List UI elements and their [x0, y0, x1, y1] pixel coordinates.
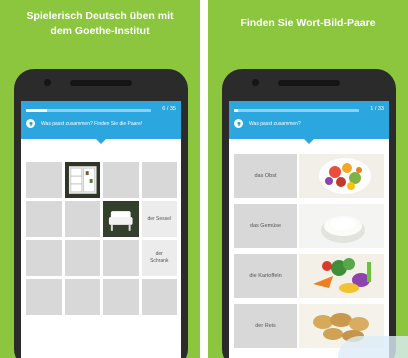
progress-fill	[26, 109, 48, 112]
word-card[interactable]: das Obst	[234, 154, 297, 198]
appbar-notch	[96, 139, 106, 144]
pair-row: das Obst	[234, 154, 384, 198]
progress-bar	[26, 109, 151, 112]
word-tile[interactable]: der Schrank	[141, 240, 177, 276]
rice-bowl-icon[interactable]	[299, 204, 384, 248]
progress-counter: 6 / 35	[162, 106, 176, 112]
hidden-tile[interactable]	[103, 279, 139, 315]
phone-speaker	[278, 80, 340, 86]
appbar-notch	[304, 139, 314, 144]
right-headline: Finden Sie Wort-Bild-Paare	[240, 17, 376, 29]
left-headline: Spielerisch Deutsch üben mit dem Goethe-…	[0, 9, 200, 39]
left-promo-panel: Spielerisch Deutsch üben mit dem Goethe-…	[0, 0, 200, 358]
phone-camera	[44, 79, 51, 86]
hint-bulb-icon[interactable]	[234, 119, 243, 128]
corner-highlight	[338, 336, 408, 358]
memory-grid: der Sessel der Schrank	[26, 162, 177, 315]
progress-bar	[234, 109, 359, 112]
instruction-text: Was passt zusammen?	[249, 121, 301, 127]
hidden-tile[interactable]	[141, 162, 177, 198]
hidden-tile[interactable]	[26, 201, 62, 237]
phone-speaker	[70, 80, 132, 86]
hidden-tile[interactable]	[103, 162, 139, 198]
shelf-cabinet-icon[interactable]	[64, 162, 100, 198]
vegetables-icon[interactable]	[299, 254, 384, 298]
word-card[interactable]: die Kartoffeln	[234, 254, 297, 298]
phone-frame: 6 / 35 Was passt zusammen? Finden Sie di…	[14, 69, 188, 358]
hidden-tile[interactable]	[64, 240, 100, 276]
word-card[interactable]: das Gemüse	[234, 204, 297, 248]
pair-row: die Kartoffeln	[234, 254, 384, 298]
hidden-tile[interactable]	[26, 279, 62, 315]
phone-frame: 1 / 33 Was passt zusammen? das Obst das …	[222, 69, 396, 358]
word-card[interactable]: der Reis	[234, 304, 297, 348]
word-picture-list: das Obst das Gemüse die Kartoffeln der R…	[234, 154, 384, 354]
left-headline-line1: Spielerisch Deutsch üben mit	[26, 10, 174, 22]
word-picture-screen: 1 / 33 Was passt zusammen? das Obst das …	[229, 101, 389, 358]
hidden-tile[interactable]	[103, 240, 139, 276]
armchair-icon[interactable]	[103, 201, 139, 237]
progress-counter: 1 / 33	[370, 106, 384, 112]
word-tile[interactable]: der Sessel	[141, 201, 177, 237]
hidden-tile[interactable]	[26, 240, 62, 276]
tile-label: der Sessel	[147, 215, 172, 222]
hidden-tile[interactable]	[141, 279, 177, 315]
pair-row: das Gemüse	[234, 204, 384, 248]
memory-game-screen: 6 / 35 Was passt zusammen? Finden Sie di…	[21, 101, 181, 358]
app-bar: 1 / 33 Was passt zusammen?	[229, 101, 389, 139]
phone-camera	[252, 79, 259, 86]
tile-label: der Schrank	[150, 251, 169, 264]
left-headline-line2: dem Goethe-Institut	[50, 25, 150, 37]
progress-fill	[234, 109, 238, 112]
instruction-text: Was passt zusammen? Finden Sie die Paare…	[41, 121, 143, 127]
hidden-tile[interactable]	[64, 201, 100, 237]
hidden-tile[interactable]	[26, 162, 62, 198]
hint-bulb-icon[interactable]	[26, 119, 35, 128]
app-bar: 6 / 35 Was passt zusammen? Finden Sie di…	[21, 101, 181, 139]
fruit-bowl-icon[interactable]	[299, 154, 384, 198]
hidden-tile[interactable]	[64, 279, 100, 315]
right-promo-panel: Finden Sie Wort-Bild-Paare 1 / 33 Was pa…	[208, 0, 408, 358]
